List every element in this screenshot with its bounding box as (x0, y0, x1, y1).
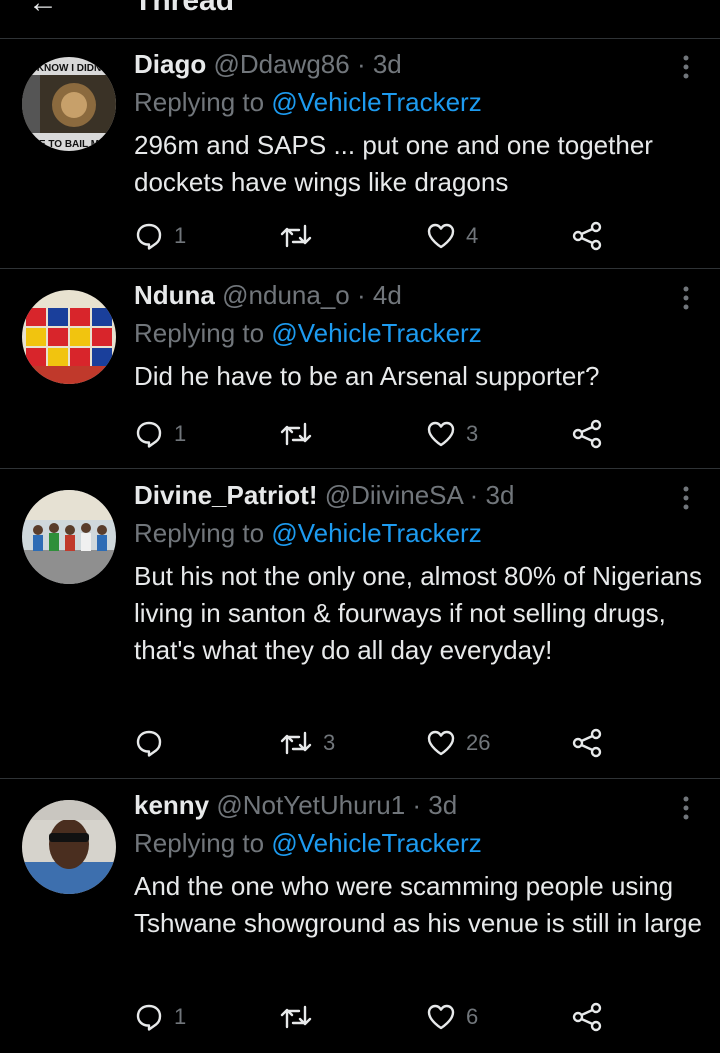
timestamp[interactable]: 3d (373, 49, 402, 79)
replying-to: Replying to @VehicleTrackerz (134, 318, 482, 348)
retweet-button[interactable] (279, 416, 323, 452)
mention-link[interactable]: @VehicleTrackerz (271, 87, 481, 117)
reply-icon (136, 223, 162, 250)
reply-tweet[interactable]: Nduna @nduna_o · 4d Replying to @Vehicle… (0, 270, 720, 469)
tweet-text: 296m and SAPS ... put one and one togeth… (134, 130, 653, 197)
retweet-button[interactable]: 3 (279, 725, 335, 761)
share-icon (572, 221, 602, 251)
like-count: 4 (466, 223, 479, 248)
timestamp[interactable]: 3d (486, 480, 515, 510)
tweet-actions: 1 6 (134, 999, 614, 1035)
like-button[interactable]: 6 (426, 999, 478, 1035)
display-name[interactable]: Divine_Patriot! (134, 480, 318, 510)
avatar[interactable] (22, 490, 116, 584)
replying-to: Replying to @VehicleTrackerz (134, 87, 482, 117)
share-icon (572, 728, 602, 758)
more-options-icon[interactable] (676, 794, 696, 824)
more-options-icon[interactable] (676, 53, 696, 83)
page-title: Thread (134, 0, 235, 17)
like-button[interactable]: 4 (426, 218, 478, 254)
share-button[interactable] (572, 725, 604, 761)
retweet-button[interactable] (279, 999, 323, 1035)
reply-tweet[interactable]: KNOW I DIDN VE TO BAIL MY Diago @Ddawg86… (0, 39, 720, 269)
share-icon (572, 419, 602, 449)
avatar[interactable] (22, 290, 116, 384)
mention-link[interactable]: @VehicleTrackerz (271, 318, 481, 348)
back-arrow-icon[interactable]: ← (28, 0, 58, 20)
avatar[interactable]: KNOW I DIDN VE TO BAIL MY (22, 57, 116, 151)
reply-count: 1 (174, 223, 187, 248)
replying-to: Replying to @VehicleTrackerz (134, 518, 482, 548)
share-button[interactable] (572, 999, 604, 1035)
timestamp[interactable]: 4d (373, 280, 402, 310)
retweet-icon (280, 422, 312, 446)
like-count: 26 (466, 730, 491, 755)
reply-tweet[interactable]: Divine_Patriot! @DiivineSA · 3d Replying… (0, 470, 720, 779)
handle[interactable]: @NotYetUhuru1 (216, 790, 405, 820)
author-line: Diago @Ddawg86 · 3d (134, 49, 402, 79)
retweet-icon (280, 1005, 312, 1029)
more-options-icon[interactable] (676, 484, 696, 514)
tweet-text: But his not the only one, almost 80% of … (134, 561, 702, 665)
retweet-button[interactable] (279, 218, 323, 254)
like-button[interactable]: 3 (426, 416, 478, 452)
share-icon (572, 1002, 602, 1032)
handle[interactable]: @DiivineSA (325, 480, 463, 510)
tweet-actions: 1 4 (134, 218, 614, 254)
reply-count: 1 (174, 1004, 187, 1029)
display-name[interactable]: Diago (134, 49, 206, 79)
reply-button[interactable] (134, 725, 174, 761)
heart-icon (427, 223, 455, 249)
thread-header: ← Thread (0, 0, 720, 39)
reply-button[interactable]: 1 (134, 999, 186, 1035)
display-name[interactable]: kenny (134, 790, 209, 820)
display-name[interactable]: Nduna (134, 280, 215, 310)
tweet-text: Did he have to be an Arsenal supporter? (134, 361, 600, 391)
retweet-count: 3 (323, 730, 336, 755)
more-options-icon[interactable] (676, 284, 696, 314)
handle[interactable]: @Ddawg86 (213, 49, 349, 79)
svg-text:KNOW I DIDN: KNOW I DIDN (37, 63, 101, 74)
like-count: 6 (466, 1004, 479, 1029)
heart-icon (427, 1004, 455, 1030)
tweet-actions: 1 3 (134, 416, 614, 452)
tweet-text: And the one who were scamming people usi… (134, 871, 702, 938)
svg-text:VE TO BAIL MY: VE TO BAIL MY (32, 139, 106, 150)
replying-to: Replying to @VehicleTrackerz (134, 828, 482, 858)
timestamp[interactable]: 3d (428, 790, 457, 820)
heart-icon (427, 730, 455, 756)
share-button[interactable] (572, 416, 604, 452)
author-line: kenny @NotYetUhuru1 · 3d (134, 790, 458, 820)
mention-link[interactable]: @VehicleTrackerz (271, 828, 481, 858)
retweet-icon (280, 224, 312, 248)
heart-icon (427, 421, 455, 447)
avatar[interactable] (22, 800, 116, 894)
reply-icon (136, 421, 162, 448)
share-button[interactable] (572, 218, 604, 254)
author-line: Divine_Patriot! @DiivineSA · 3d (134, 480, 515, 510)
like-count: 3 (466, 421, 479, 446)
reply-tweet[interactable]: kenny @NotYetUhuru1 · 3d Replying to @Ve… (0, 780, 720, 1053)
like-button[interactable]: 26 (426, 725, 490, 761)
mention-link[interactable]: @VehicleTrackerz (271, 518, 481, 548)
reply-button[interactable]: 1 (134, 218, 186, 254)
author-line: Nduna @nduna_o · 4d (134, 280, 402, 310)
reply-icon (136, 730, 162, 757)
reply-icon (136, 1004, 162, 1031)
reply-count: 1 (174, 421, 187, 446)
retweet-icon (280, 731, 312, 755)
handle[interactable]: @nduna_o (222, 280, 350, 310)
tweet-actions: 3 26 (134, 725, 614, 761)
reply-button[interactable]: 1 (134, 416, 186, 452)
